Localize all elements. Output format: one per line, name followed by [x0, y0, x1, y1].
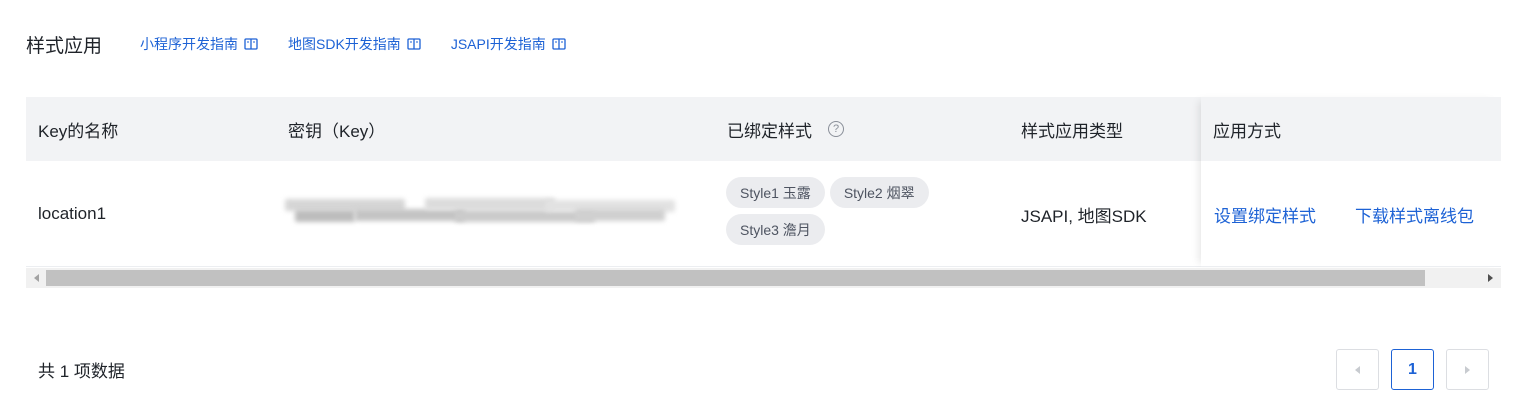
style-tag: Style3 澹月	[726, 214, 825, 245]
column-header-actions: 应用方式	[1213, 121, 1281, 141]
scrollbar-thumb[interactable]	[46, 270, 1425, 286]
chevron-right-icon	[1465, 365, 1470, 374]
book-icon	[244, 38, 258, 50]
column-header-name: Key的名称	[38, 121, 119, 141]
scroll-right-icon[interactable]	[1488, 274, 1493, 282]
chevron-left-icon	[1355, 365, 1360, 374]
book-icon	[552, 38, 566, 50]
column-header-key: 密钥（Key）	[288, 121, 386, 141]
column-header-type: 样式应用类型	[1021, 121, 1123, 141]
page-header: 样式应用 小程序开发指南 地图SDK开发指南 JSAPI开发指南	[26, 28, 596, 60]
page-title: 样式应用	[26, 35, 103, 57]
column-header-styles: 已绑定样式 ?	[727, 97, 844, 161]
next-page-button[interactable]	[1446, 349, 1489, 390]
prev-page-button[interactable]	[1336, 349, 1379, 390]
guide-link-miniprogram[interactable]: 小程序开发指南	[140, 34, 258, 54]
book-icon	[407, 38, 421, 50]
scroll-left-icon[interactable]	[34, 274, 39, 282]
key-value-masked	[285, 197, 675, 223]
style-tag: Style2 烟翠	[829, 177, 929, 208]
fixed-actions-column: 应用方式 设置绑定样式 下载样式离线包	[1201, 97, 1501, 267]
column-header-styles-label: 已绑定样式	[727, 121, 812, 141]
bound-styles-list: Style1 玉露 Style2 烟翠 Style3 澹月	[726, 177, 966, 245]
guide-link-label: 地图SDK开发指南	[288, 36, 401, 52]
actions-cell: 设置绑定样式 下载样式离线包	[1201, 161, 1501, 267]
page-1-button[interactable]: 1	[1391, 349, 1434, 390]
keys-table: Key的名称 密钥（Key） 已绑定样式 ? 样式应用类型 location1 …	[26, 97, 1501, 267]
row-app-type: JSAPI, 地图SDK	[1021, 206, 1147, 226]
total-count: 共 1 项数据	[38, 362, 125, 381]
guide-link-map-sdk[interactable]: 地图SDK开发指南	[288, 34, 421, 54]
guide-link-jsapi[interactable]: JSAPI开发指南	[451, 34, 566, 54]
download-offline-package-link[interactable]: 下载样式离线包	[1355, 202, 1474, 227]
row-key-name: location1	[38, 204, 107, 223]
guide-link-label: JSAPI开发指南	[450, 36, 546, 52]
guide-link-label: 小程序开发指南	[140, 36, 239, 52]
question-circle-icon[interactable]: ?	[828, 121, 844, 137]
horizontal-scrollbar[interactable]	[26, 268, 1501, 288]
actions-header-cell: 应用方式	[1201, 97, 1501, 161]
set-bound-style-link[interactable]: 设置绑定样式	[1214, 202, 1316, 227]
style-tag: Style1 玉露	[726, 177, 825, 208]
